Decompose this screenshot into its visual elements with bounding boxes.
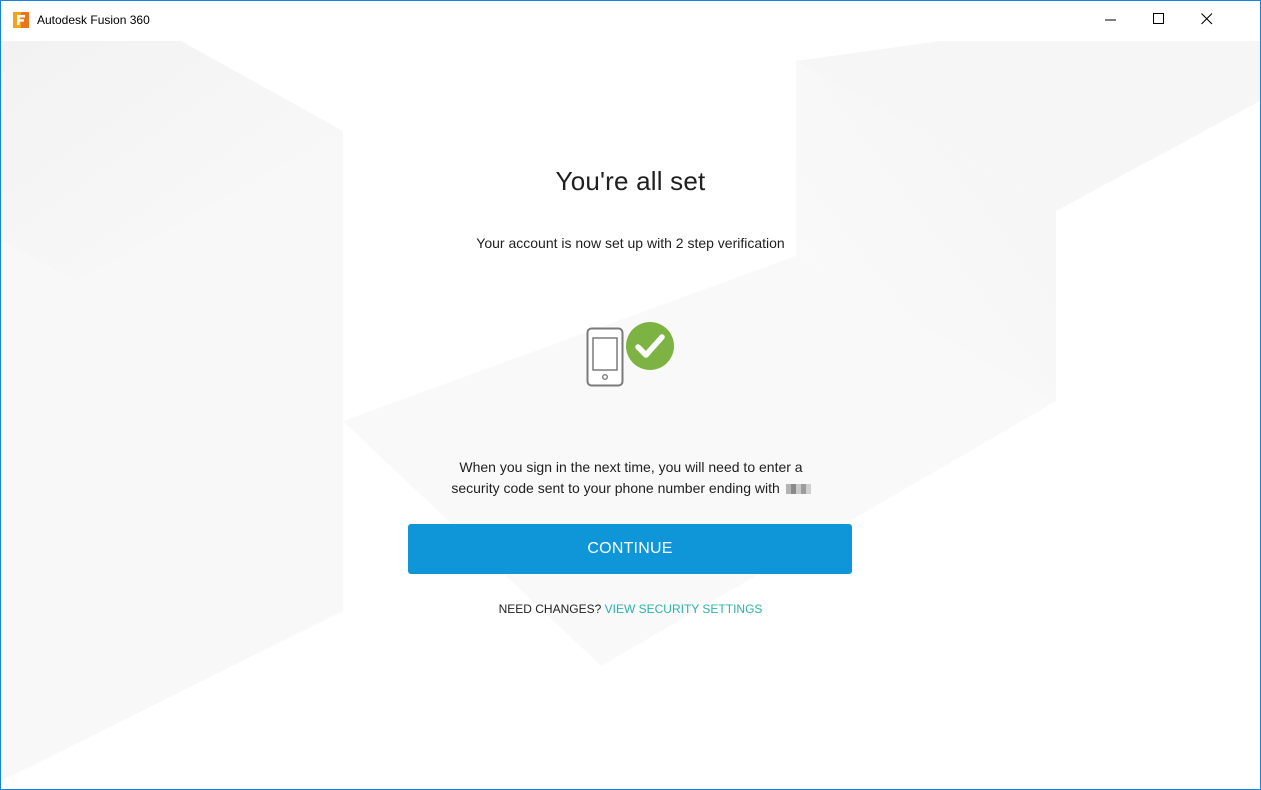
background-pattern [1, 41, 1260, 781]
fusion-logo-icon [13, 12, 29, 28]
view-security-settings-link[interactable]: VIEW SECURITY SETTINGS [605, 602, 763, 616]
masked-phone-digits [785, 484, 811, 494]
phone-icon [586, 327, 624, 387]
security-info-line-1: When you sign in the next time, you will… [459, 459, 803, 475]
security-info-text: When you sign in the next time, you will… [381, 457, 881, 499]
app-window: You're all set Your account is now set u… [0, 0, 1261, 790]
title-bar[interactable]: Autodesk Fusion 360 [1, 1, 1260, 41]
page-subtitle: Your account is now set up with 2 step v… [476, 235, 785, 251]
checkmark-icon [626, 322, 674, 370]
maximize-icon [1153, 13, 1164, 24]
close-button[interactable] [1184, 1, 1230, 37]
main-content: You're all set Your account is now set u… [1, 1, 1260, 789]
maximize-button[interactable] [1136, 1, 1182, 37]
window-title: Autodesk Fusion 360 [37, 13, 150, 27]
minimize-button[interactable] [1088, 1, 1134, 37]
close-icon [1201, 13, 1213, 25]
page-title: You're all set [555, 166, 706, 196]
continue-button[interactable]: CONTINUE [408, 524, 852, 574]
need-changes-row: NEED CHANGES? VIEW SECURITY SETTINGS [1, 602, 1260, 616]
need-changes-label: NEED CHANGES? [498, 602, 602, 616]
security-info-line-2: security code sent to your phone number … [451, 480, 780, 496]
minimize-icon [1105, 19, 1116, 21]
